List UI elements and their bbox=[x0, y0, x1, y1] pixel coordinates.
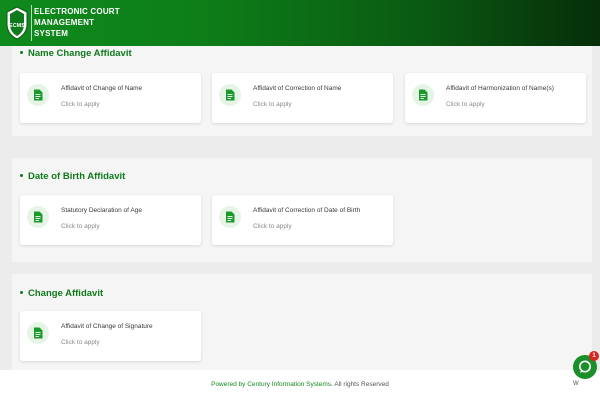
bullet-icon bbox=[20, 50, 23, 54]
card-affidavit-harmonization-of-names[interactable]: Affidavit of Harmonization of Name(s) Cl… bbox=[405, 73, 586, 123]
card-affidavit-change-of-signature[interactable]: Affidavit of Change of Signature Click t… bbox=[20, 311, 201, 361]
card-affidavit-correction-of-name[interactable]: Affidavit of Correction of Name Click to… bbox=[212, 73, 393, 123]
logo-text: ECMS bbox=[9, 23, 25, 29]
chat-label: W bbox=[573, 381, 579, 387]
section-title: Name Change Affidavit bbox=[20, 48, 132, 59]
card-title: Affidavit of Harmonization of Name(s) bbox=[446, 85, 554, 92]
section-title: Change Affidavit bbox=[20, 288, 103, 299]
card-subtitle: Click to apply bbox=[61, 101, 100, 108]
document-icon bbox=[219, 84, 241, 106]
app-title: ELECTRONIC COURT MANAGEMENT SYSTEM bbox=[34, 6, 154, 39]
card-title: Affidavit of Correction of Name bbox=[253, 85, 342, 92]
section-date-of-birth: Date of Birth Affidavit Statutory Declar… bbox=[12, 158, 592, 262]
logo-divider bbox=[31, 5, 32, 41]
section-name-change: Name Change Affidavit Affidavit of Chang… bbox=[12, 46, 592, 136]
footer-powered-by[interactable]: Powered by Century Information Systems. bbox=[211, 381, 333, 388]
footer-rights: All rights Reserved bbox=[334, 381, 389, 388]
app-title-line: SYSTEM bbox=[34, 29, 69, 38]
bullet-icon bbox=[20, 173, 23, 177]
main-content[interactable]: Name Change Affidavit Affidavit of Chang… bbox=[0, 46, 600, 370]
card-subtitle: Click to apply bbox=[61, 339, 100, 346]
ecms-logo[interactable]: ECMS bbox=[5, 6, 29, 40]
card-subtitle: Click to apply bbox=[253, 101, 292, 108]
bullet-icon bbox=[20, 290, 23, 294]
card-title: Affidavit of Change of Name bbox=[61, 85, 143, 92]
card-affidavit-change-of-name[interactable]: Affidavit of Change of Name Click to app… bbox=[20, 73, 201, 123]
section-change-affidavit: Change Affidavit Affidavit of Change of … bbox=[12, 274, 592, 370]
card-title: Affidavit of Change of Signature bbox=[61, 323, 153, 330]
document-icon bbox=[27, 322, 49, 344]
document-icon bbox=[27, 84, 49, 106]
chat-notification-badge: 1 bbox=[589, 351, 599, 361]
section-title: Date of Birth Affidavit bbox=[20, 171, 125, 182]
app-title-line: ELECTRONIC COURT bbox=[34, 7, 120, 16]
card-affidavit-correction-of-dob[interactable]: Affidavit of Correction of Date of Birth… bbox=[212, 195, 393, 245]
card-title: Affidavit of Correction of Date of Birth bbox=[253, 207, 361, 214]
card-subtitle: Click to apply bbox=[61, 223, 100, 230]
page-footer: Powered by Century Information Systems. … bbox=[0, 370, 600, 400]
document-icon bbox=[412, 84, 434, 106]
card-subtitle: Click to apply bbox=[446, 101, 485, 108]
app-header: ECMS ELECTRONIC COURT MANAGEMENT SYSTEM bbox=[0, 0, 600, 46]
card-title: Statutory Declaration of Age bbox=[61, 207, 142, 214]
app-title-line: MANAGEMENT bbox=[34, 18, 95, 27]
card-subtitle: Click to apply bbox=[253, 223, 292, 230]
document-icon bbox=[27, 206, 49, 228]
card-statutory-declaration-of-age[interactable]: Statutory Declaration of Age Click to ap… bbox=[20, 195, 201, 245]
document-icon bbox=[219, 206, 241, 228]
